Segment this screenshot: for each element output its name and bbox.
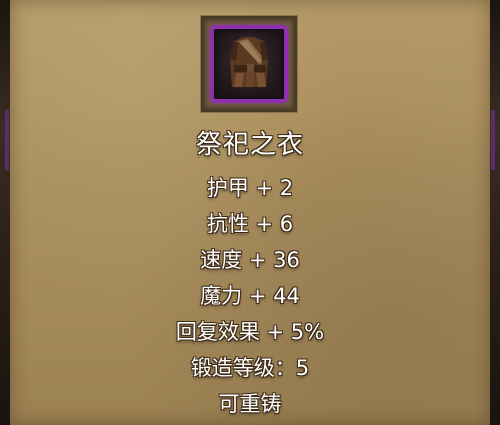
stat-mana: 魔力 + 44 (200, 284, 300, 308)
stat-armor: 护甲 + 2 (206, 176, 294, 200)
stat-forge-level: 锻造等级：5 (190, 356, 310, 380)
left-frame-edge (0, 0, 10, 425)
item-slot-frame (201, 16, 297, 112)
item-name: 祭祀之衣 (195, 130, 304, 160)
stat-recastable: 可重铸 (218, 392, 282, 416)
item-stats-list: 护甲 + 2 抗性 + 6 速度 + 36 魔力 + 44 回复效果 + 5% … (10, 170, 490, 422)
right-frame-edge (490, 0, 500, 425)
item-slot[interactable] (210, 25, 288, 103)
stat-speed: 速度 + 36 (200, 248, 300, 272)
stat-resistance: 抗性 + 6 (206, 212, 294, 236)
robe-armor-icon (230, 37, 268, 87)
item-tooltip-panel: 祭祀之衣 护甲 + 2 抗性 + 6 速度 + 36 魔力 + 44 回复效果 … (10, 0, 490, 425)
stat-recovery-effect: 回复效果 + 5% (175, 320, 325, 344)
